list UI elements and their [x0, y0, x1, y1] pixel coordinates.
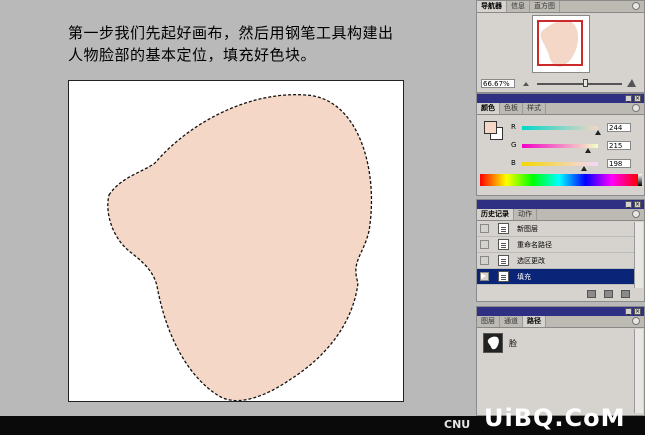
- minimize-button[interactable]: _: [625, 308, 632, 315]
- path-name: 脸: [509, 338, 517, 348]
- navigator-menu-icon[interactable]: [632, 2, 640, 10]
- zoom-row: 66.67%: [481, 79, 641, 89]
- history-panel: _ × 历史记录 动作 新图层 重命名路径 选区更改 填充: [476, 199, 645, 302]
- caption-line-2: 人物脸部的基本定位，填充好色块。: [68, 46, 317, 64]
- color-menu-icon[interactable]: [632, 104, 640, 112]
- tab-navigator[interactable]: 导航器: [477, 1, 507, 12]
- caption-line-1: 第一步我们先起好画布，然后用钢笔工具构建出: [68, 24, 394, 42]
- trash-icon[interactable]: [621, 290, 630, 298]
- tab-color[interactable]: 颜色: [477, 103, 500, 114]
- history-source-box[interactable]: [480, 256, 489, 265]
- watermark-right: UiBQ.CoM: [484, 404, 626, 432]
- color-panel-titlebar[interactable]: _ ×: [477, 94, 644, 103]
- history-item-selected[interactable]: 填充: [477, 269, 634, 285]
- zoom-out-icon[interactable]: [522, 79, 530, 87]
- history-step-icon: [498, 271, 509, 282]
- color-spectrum-bar[interactable]: [480, 174, 638, 186]
- close-button[interactable]: ×: [634, 95, 641, 102]
- history-step-icon: [498, 223, 509, 234]
- face-selection: [107, 94, 373, 401]
- history-actions: [587, 290, 630, 298]
- history-source-box[interactable]: [480, 240, 489, 249]
- minimize-button[interactable]: _: [625, 95, 632, 102]
- zoom-slider-knob[interactable]: [583, 79, 588, 87]
- channel-r-slider[interactable]: [522, 126, 598, 130]
- close-button[interactable]: ×: [634, 201, 641, 208]
- path-thumbnail-icon: [483, 333, 503, 353]
- history-panel-titlebar[interactable]: _ ×: [477, 200, 644, 209]
- tab-actions[interactable]: 动作: [514, 209, 537, 220]
- tab-history[interactable]: 历史记录: [477, 209, 514, 220]
- channel-r-knob[interactable]: [595, 130, 601, 135]
- tab-styles[interactable]: 样式: [523, 103, 546, 114]
- color-panel: _ × 颜色 色板 样式 R 244 G 215 B 198: [476, 93, 645, 196]
- snapshot-camera-icon[interactable]: [604, 290, 613, 298]
- history-item[interactable]: 选区更改: [477, 253, 634, 269]
- history-scrollbar[interactable]: [634, 222, 643, 288]
- current-state-marker-icon: [481, 273, 486, 279]
- tab-paths[interactable]: 路径: [523, 316, 546, 327]
- paths-menu-icon[interactable]: [632, 317, 640, 325]
- history-item[interactable]: 重命名路径: [477, 237, 634, 253]
- history-item-label: 填充: [517, 272, 531, 281]
- path-item[interactable]: 脸: [480, 331, 630, 355]
- channel-b-label: B: [511, 159, 516, 167]
- history-step-icon: [498, 239, 509, 250]
- close-button[interactable]: ×: [634, 308, 641, 315]
- history-list: 新图层 重命名路径 选区更改 填充: [477, 221, 634, 285]
- minimize-button[interactable]: _: [625, 201, 632, 208]
- channel-r-label: R: [511, 123, 516, 131]
- tab-histogram[interactable]: 直方图: [530, 1, 560, 12]
- channel-r-value[interactable]: 244: [607, 123, 631, 132]
- tab-layers[interactable]: 图层: [477, 316, 500, 327]
- history-menu-icon[interactable]: [632, 210, 640, 218]
- history-step-icon: [498, 255, 509, 266]
- new-document-from-state-icon[interactable]: [587, 290, 596, 298]
- paths-scrollbar[interactable]: [634, 329, 643, 413]
- paths-panel-titlebar[interactable]: _ ×: [477, 307, 644, 316]
- paths-tabs: 图层 通道 路径: [477, 316, 644, 328]
- history-tabs: 历史记录 动作: [477, 209, 644, 221]
- tab-channels[interactable]: 通道: [500, 316, 523, 327]
- document-canvas[interactable]: [68, 80, 404, 402]
- tab-info[interactable]: 信息: [507, 1, 530, 12]
- color-tabs: 颜色 色板 样式: [477, 103, 644, 115]
- black-white-ramp[interactable]: [638, 174, 642, 186]
- zoom-slider[interactable]: [537, 83, 622, 85]
- channel-g-label: G: [511, 141, 517, 149]
- history-source-box[interactable]: [480, 224, 489, 233]
- watermark-left: CNU: [444, 418, 471, 431]
- history-item[interactable]: 新图层: [477, 221, 634, 237]
- face-shape-svg: [107, 94, 373, 401]
- view-box[interactable]: [537, 20, 583, 66]
- foreground-color-swatch[interactable]: [484, 121, 497, 134]
- tab-swatches[interactable]: 色板: [500, 103, 523, 114]
- navigator-panel: 导航器 信息 直方图 66.67%: [476, 0, 645, 93]
- paths-panel: _ × 图层 通道 路径 脸: [476, 306, 645, 416]
- channel-b-value[interactable]: 198: [607, 159, 631, 168]
- history-item-label: 选区更改: [517, 256, 545, 265]
- history-item-label: 重命名路径: [517, 240, 552, 249]
- zoom-in-icon[interactable]: [627, 78, 637, 88]
- zoom-field[interactable]: 66.67%: [481, 79, 515, 88]
- channel-b-knob[interactable]: [581, 166, 587, 171]
- caption: 第一步我们先起好画布，然后用钢笔工具构建出 人物脸部的基本定位，填充好色块。: [68, 22, 468, 66]
- navigator-tabs: 导航器 信息 直方图: [477, 1, 644, 13]
- history-item-label: 新图层: [517, 224, 538, 233]
- channel-g-value[interactable]: 215: [607, 141, 631, 150]
- navigator-thumbnail[interactable]: [532, 15, 590, 73]
- channel-g-knob[interactable]: [585, 148, 591, 153]
